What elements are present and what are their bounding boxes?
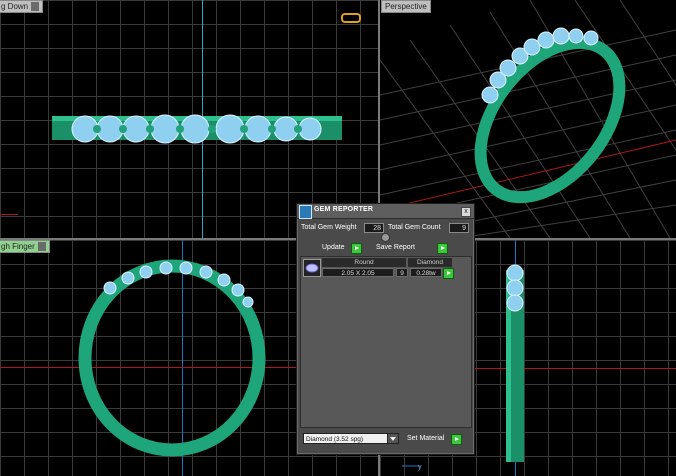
chevron-down-icon[interactable] xyxy=(387,434,398,443)
gem-weight-cell: 0.28tw xyxy=(410,268,442,277)
set-material-button[interactable] xyxy=(451,434,462,445)
material-select[interactable]: Diamond (3.52 spg) xyxy=(303,433,399,444)
column-header-material: Diamond xyxy=(408,258,452,267)
update-label: Update xyxy=(322,244,345,251)
gem-reporter-icon xyxy=(299,205,312,219)
column-header-shape: Round xyxy=(322,258,406,267)
total-gem-count-value: 9 xyxy=(449,223,469,233)
gem-count-cell: 9 xyxy=(396,268,408,277)
gem-row-button[interactable] xyxy=(443,268,454,279)
save-report-button[interactable] xyxy=(437,243,448,254)
collapse-toggle[interactable] xyxy=(381,233,390,242)
total-gem-weight-label: Total Gem Weight xyxy=(301,224,357,231)
svg-text:y: y xyxy=(418,464,422,471)
update-button[interactable] xyxy=(351,243,362,254)
total-gem-count-label: Total Gem Count xyxy=(388,224,441,231)
gem-thumbnail xyxy=(303,259,321,277)
gem-size-cell: 2.05 X 2.05 xyxy=(322,268,394,277)
close-button[interactable]: x xyxy=(461,207,471,217)
total-gem-weight-value: 28 xyxy=(364,223,384,233)
set-material-label: Set Material xyxy=(407,435,445,442)
dialog-title-bar[interactable]: GEM REPORTER x xyxy=(297,204,474,219)
save-report-label: Save Report xyxy=(376,244,415,251)
dialog-title: GEM REPORTER xyxy=(314,206,374,213)
gem-list[interactable]: Round Diamond 2.05 X 2.05 9 0.28tw xyxy=(300,256,472,428)
